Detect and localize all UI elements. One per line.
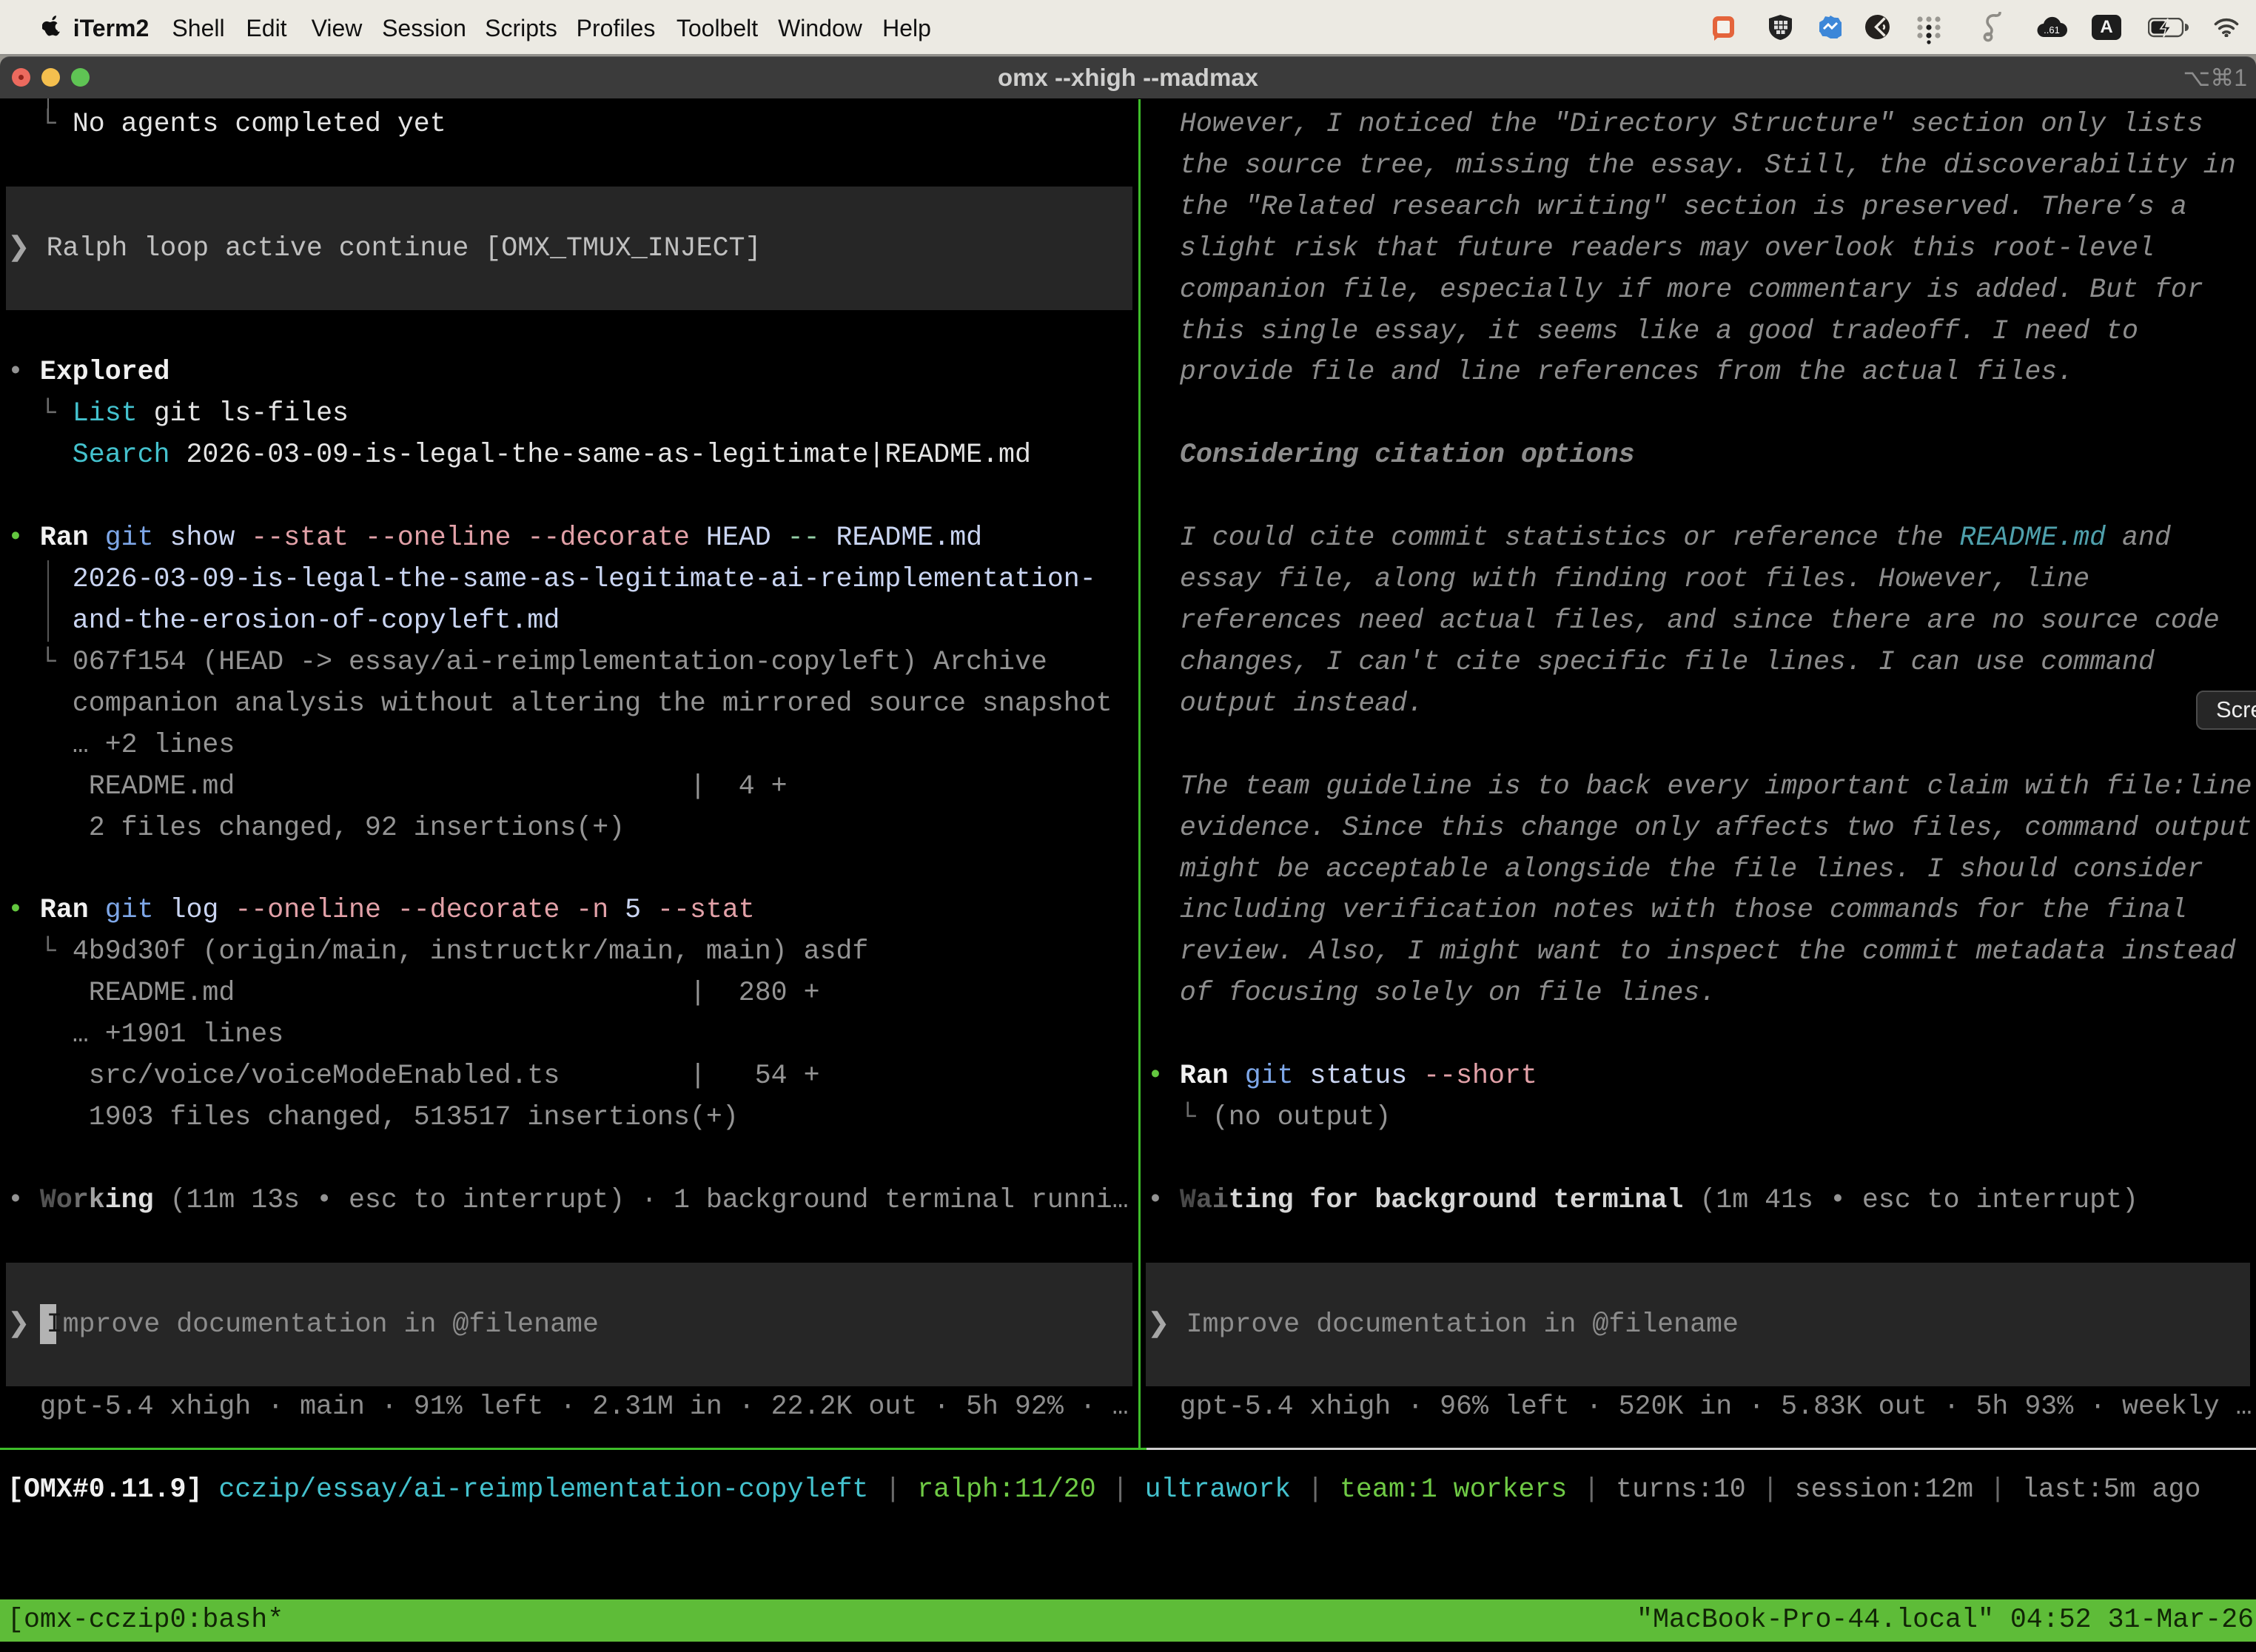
svg-text:..61: ..61 <box>2044 24 2060 36</box>
